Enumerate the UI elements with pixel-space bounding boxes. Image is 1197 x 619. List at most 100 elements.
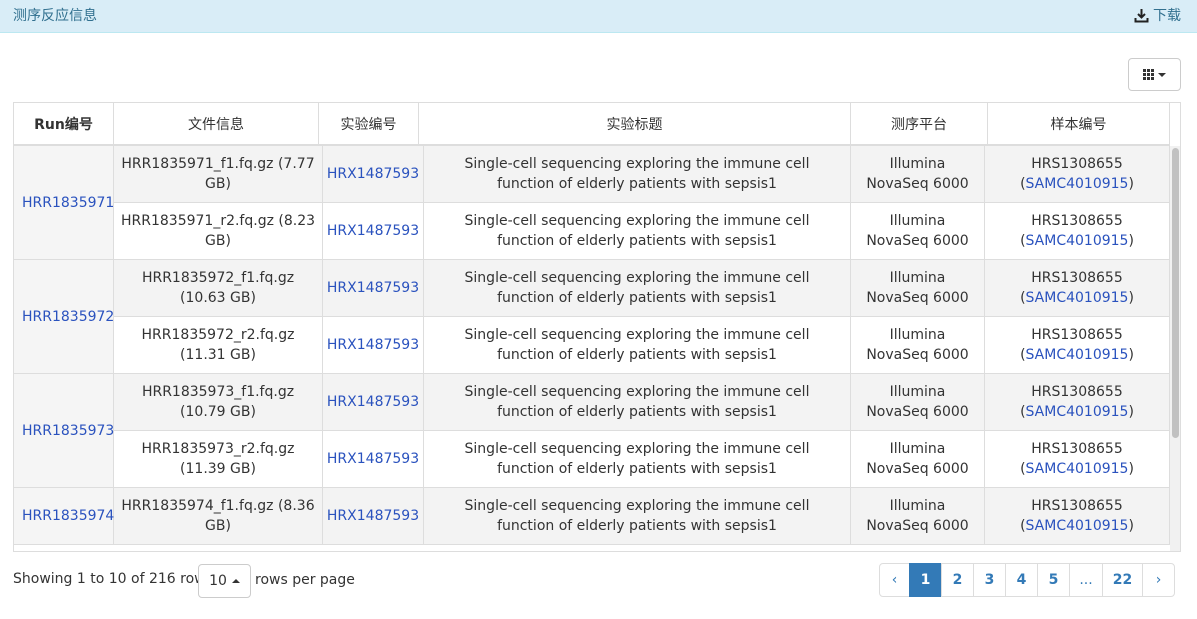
experiment-title-cell: Single-cell sequencing exploring the imm… <box>424 203 851 260</box>
experiment-id-cell: HRX1487593 <box>323 488 424 545</box>
download-button[interactable]: 下载 <box>1134 5 1181 25</box>
experiment-id-link[interactable]: HRX1487593 <box>327 278 419 298</box>
sample-id: HRS1308655 <box>1031 384 1123 400</box>
platform-cell: Illumina NovaSeq 6000 <box>851 488 985 545</box>
experiment-title-cell: Single-cell sequencing exploring the imm… <box>424 431 851 488</box>
file-info-cell: HRR1835974_f1.fq.gz (8.36 GB) <box>114 488 323 545</box>
experiment-id-cell: HRX1487593 <box>323 146 424 203</box>
sample-id-text: HRS1308655(SAMC4010915) <box>1020 382 1134 422</box>
sample-accession-link[interactable]: SAMC4010915 <box>1026 176 1129 192</box>
paren-close: ) <box>1128 233 1133 249</box>
sample-id-cell: HRS1308655(SAMC4010915) <box>985 317 1170 374</box>
run-id-cell: HRR1835971 <box>14 146 114 260</box>
paren-close: ) <box>1128 518 1133 534</box>
sample-id-text: HRS1308655(SAMC4010915) <box>1020 211 1134 251</box>
sample-id: HRS1308655 <box>1031 213 1123 229</box>
sample-id-text: HRS1308655(SAMC4010915) <box>1020 496 1134 536</box>
paren-close: ) <box>1128 176 1133 192</box>
experiment-id-link[interactable]: HRX1487593 <box>327 335 419 355</box>
sample-accession-link[interactable]: SAMC4010915 <box>1026 518 1129 534</box>
file-info-cell: HRR1835972_r2.fq.gz (11.31 GB) <box>114 317 323 374</box>
run-id-link[interactable]: HRR1835971 <box>22 193 114 213</box>
pagination: ‹12345...22› <box>879 563 1175 597</box>
caret-up-icon <box>232 579 240 583</box>
column-header[interactable]: 实验编号 <box>319 103 419 144</box>
page-button[interactable]: 22 <box>1102 563 1143 597</box>
paren-close: ) <box>1128 347 1133 363</box>
page-size-value: 10 <box>209 573 227 589</box>
experiment-id-link[interactable]: HRX1487593 <box>327 392 419 412</box>
experiment-id-link[interactable]: HRX1487593 <box>327 506 419 526</box>
platform-cell: Illumina NovaSeq 6000 <box>851 260 985 317</box>
columns-toggle-button[interactable] <box>1128 58 1181 91</box>
experiment-title-cell: Single-cell sequencing exploring the imm… <box>424 260 851 317</box>
pagination-info: Showing 1 to 10 of 216 rows <box>13 571 213 587</box>
experiment-id-cell: HRX1487593 <box>323 317 424 374</box>
scrollbar[interactable] <box>1170 146 1181 552</box>
page-button[interactable]: 2 <box>941 563 974 597</box>
sample-id-cell: HRS1308655(SAMC4010915) <box>985 146 1170 203</box>
sample-accession-link[interactable]: SAMC4010915 <box>1026 233 1129 249</box>
file-info-cell: HRR1835973_f1.fq.gz (10.79 GB) <box>114 374 323 431</box>
sample-id-cell: HRS1308655(SAMC4010915) <box>985 374 1170 431</box>
file-info-cell: HRR1835971_f1.fq.gz (7.77 GB) <box>114 146 323 203</box>
sample-accession-link[interactable]: SAMC4010915 <box>1026 461 1129 477</box>
grid-icon <box>1143 69 1154 80</box>
sample-id-cell: HRS1308655(SAMC4010915) <box>985 260 1170 317</box>
experiment-title-cell: Single-cell sequencing exploring the imm… <box>424 374 851 431</box>
sample-accession-link[interactable]: SAMC4010915 <box>1026 404 1129 420</box>
download-label: 下载 <box>1153 5 1181 25</box>
experiment-id-link[interactable]: HRX1487593 <box>327 221 419 241</box>
experiment-id-link[interactable]: HRX1487593 <box>327 449 419 469</box>
column-header[interactable]: Run编号 <box>14 103 114 144</box>
sample-id-text: HRS1308655(SAMC4010915) <box>1020 325 1134 365</box>
scrollbar-thumb[interactable] <box>1172 148 1179 438</box>
experiment-id-link[interactable]: HRX1487593 <box>327 164 419 184</box>
run-id-link[interactable]: HRR1835974 <box>22 506 114 526</box>
experiment-id-cell: HRX1487593 <box>323 260 424 317</box>
sample-id-cell: HRS1308655(SAMC4010915) <box>985 431 1170 488</box>
sample-id-text: HRS1308655(SAMC4010915) <box>1020 154 1134 194</box>
run-id-link[interactable]: HRR1835972 <box>22 307 114 327</box>
platform-cell: Illumina NovaSeq 6000 <box>851 374 985 431</box>
table-body: HRR1835971HRR1835971_f1.fq.gz (7.77 GB)H… <box>14 146 1170 552</box>
file-info-cell: HRR1835973_r2.fq.gz (11.39 GB) <box>114 431 323 488</box>
sample-id: HRS1308655 <box>1031 270 1123 286</box>
sample-id-text: HRS1308655(SAMC4010915) <box>1020 268 1134 308</box>
file-info-cell: HRR1835972_f1.fq.gz (10.63 GB) <box>114 260 323 317</box>
next-page-button[interactable]: › <box>1142 563 1175 597</box>
caret-down-icon <box>1158 73 1166 77</box>
platform-cell: Illumina NovaSeq 6000 <box>851 203 985 260</box>
file-info-cell: HRR1835971_r2.fq.gz (8.23 GB) <box>114 203 323 260</box>
panel-header: 测序反应信息 下载 <box>0 0 1197 33</box>
platform-cell: Illumina NovaSeq 6000 <box>851 431 985 488</box>
platform-cell: Illumina NovaSeq 6000 <box>851 146 985 203</box>
sample-id: HRS1308655 <box>1031 327 1123 343</box>
run-id-cell: HRR1835974 <box>14 488 114 545</box>
sample-accession-link[interactable]: SAMC4010915 <box>1026 290 1129 306</box>
column-header[interactable]: 测序平台 <box>851 103 988 144</box>
page-button[interactable]: 1 <box>909 563 942 597</box>
sample-id: HRS1308655 <box>1031 498 1123 514</box>
table-header: Run编号文件信息实验编号实验标题测序平台样本编号 <box>14 103 1170 146</box>
column-header[interactable]: 实验标题 <box>419 103 851 144</box>
column-header[interactable]: 样本编号 <box>988 103 1170 144</box>
run-id-link[interactable]: HRR1835973 <box>22 421 114 441</box>
run-id-cell: HRR1835972 <box>14 260 114 374</box>
page-size-dropdown[interactable]: 10 <box>198 564 251 598</box>
panel-title: 测序反应信息 <box>13 5 97 25</box>
prev-page-button[interactable]: ‹ <box>879 563 910 597</box>
experiment-title-cell: Single-cell sequencing exploring the imm… <box>424 488 851 545</box>
page-button[interactable]: 5 <box>1037 563 1070 597</box>
column-header[interactable]: 文件信息 <box>114 103 319 144</box>
sample-id-text: HRS1308655(SAMC4010915) <box>1020 439 1134 479</box>
rows-per-page-label: rows per page <box>255 572 355 588</box>
sample-accession-link[interactable]: SAMC4010915 <box>1026 347 1129 363</box>
experiment-title-cell: Single-cell sequencing exploring the imm… <box>424 146 851 203</box>
page-button[interactable]: 3 <box>973 563 1006 597</box>
download-icon <box>1134 8 1149 23</box>
experiment-id-cell: HRX1487593 <box>323 431 424 488</box>
experiment-title-cell: Single-cell sequencing exploring the imm… <box>424 317 851 374</box>
page-button[interactable]: 4 <box>1005 563 1038 597</box>
experiment-id-cell: HRX1487593 <box>323 374 424 431</box>
